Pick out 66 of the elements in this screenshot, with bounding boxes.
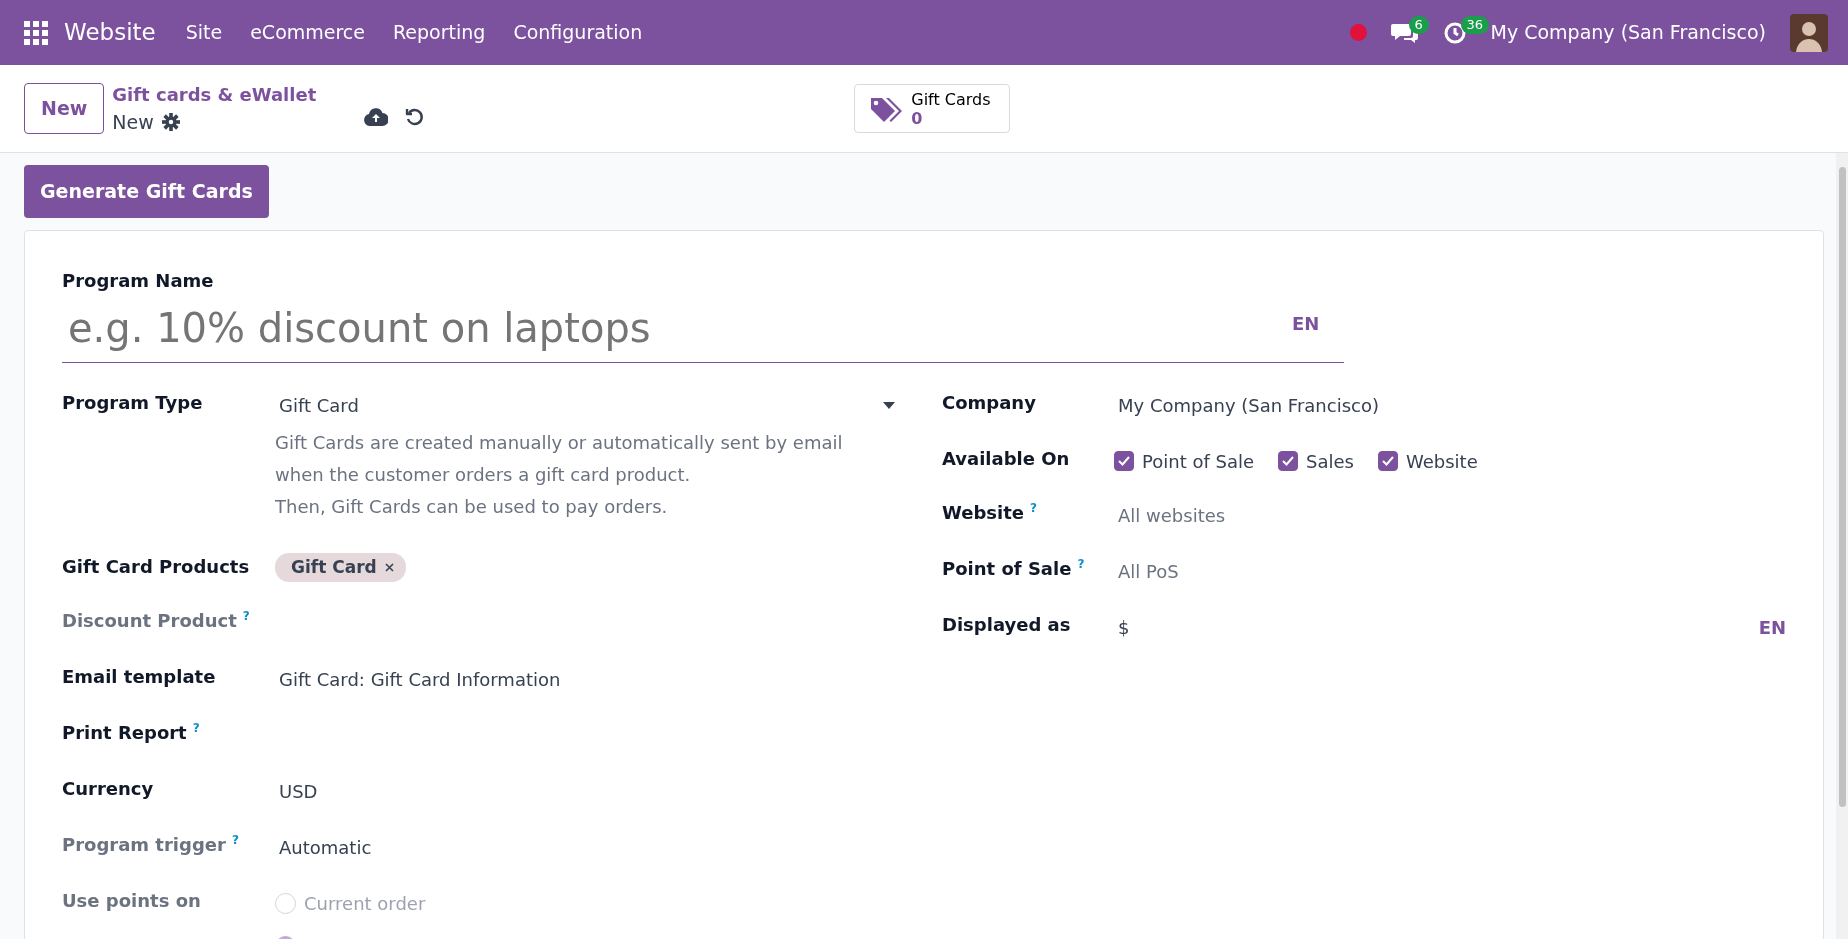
field-value[interactable]: Automatic (279, 833, 372, 861)
menu-item[interactable]: Configuration (499, 18, 657, 47)
field-label: Program Type (62, 391, 203, 413)
apps-menu-icon[interactable] (24, 20, 48, 45)
remove-icon[interactable] (384, 562, 394, 572)
caret-icon (883, 401, 895, 409)
menu-item[interactable]: Reporting (379, 18, 500, 47)
clock-icon[interactable] (1442, 20, 1467, 45)
field-label: Email template (62, 665, 216, 687)
field-label: Program trigger (62, 833, 226, 855)
help-mark[interactable]: ? (1030, 500, 1037, 515)
radio-label: Current order (304, 891, 426, 916)
help-mark[interactable]: ? (231, 832, 239, 847)
check-icon (1282, 456, 1295, 466)
breadcrumb-link[interactable]: Gift cards & eWallet (112, 80, 317, 108)
menu-item[interactable]: Site (171, 18, 237, 47)
field-label: Point of Sale (942, 557, 1072, 579)
settings-icon[interactable] (161, 113, 180, 131)
language-button[interactable]: EN (1292, 309, 1320, 337)
help-mark[interactable]: ? (1077, 556, 1085, 571)
tag: Gift Card (275, 552, 406, 582)
menu-item[interactable]: eCommerce (236, 18, 379, 47)
generate-button[interactable]: Generate Gift Cards (24, 165, 269, 218)
field-value[interactable]: USD (279, 777, 318, 805)
description-text: Gift Cards are created manually or automatically sent by email when the customer orders a gift card product. (275, 430, 844, 487)
language-button[interactable]: EN (1758, 613, 1786, 641)
help-mark[interactable]: ? (192, 720, 200, 735)
field-label: Program Name (62, 268, 215, 293)
checkbox[interactable] (1377, 451, 1398, 471)
status-dot-icon (1349, 24, 1367, 41)
field-value[interactable]: $ (1118, 613, 1130, 641)
check-icon (1381, 456, 1394, 466)
smart-button[interactable]: Gift Cards 0 (854, 84, 1010, 133)
checkbox-label: Website (1405, 449, 1478, 474)
help-mark[interactable]: ? (242, 608, 250, 623)
company-name[interactable]: My Company (San Francisco) (1490, 18, 1766, 47)
tag-icon (869, 95, 904, 124)
app-name[interactable]: Website (64, 15, 156, 50)
field-label: Print Report (62, 721, 187, 743)
undo-icon[interactable] (404, 106, 425, 127)
field-value[interactable]: All PoS (1118, 557, 1179, 585)
checkbox[interactable] (1278, 451, 1299, 471)
notification-count: 36 (1460, 15, 1490, 34)
record-name: New (112, 109, 154, 135)
field-label: Available On (942, 447, 1070, 469)
avatar-icon[interactable] (1790, 13, 1828, 52)
notification-count: 6 (1408, 15, 1429, 34)
new-button[interactable]: New (24, 83, 105, 134)
field-value[interactable]: Gift Card: Gift Card Information (279, 665, 561, 693)
field-value[interactable]: My Company (San Francisco) (1118, 391, 1379, 419)
checkbox[interactable] (1114, 451, 1134, 471)
field-label: Displayed as (942, 613, 1071, 635)
check-icon (1118, 456, 1130, 466)
field-label: Currency (62, 777, 154, 799)
checkbox-label: Point of Sale (1142, 449, 1255, 474)
field-label: Use points on (62, 889, 201, 911)
field-label: Company (942, 391, 1036, 413)
field-label: Website (942, 501, 1024, 523)
radio-button[interactable] (275, 892, 296, 914)
cloud-upload-icon[interactable] (364, 107, 389, 126)
checkbox-label: Sales (1306, 449, 1354, 474)
description-text: Then, Gift Cards can be used to pay orders. (275, 494, 669, 519)
field-value[interactable]: All websites (1118, 501, 1226, 529)
field-label: Gift Card Products (62, 555, 250, 577)
field-label: Discount Product (62, 609, 237, 631)
select-field[interactable]: Gift Card (275, 388, 895, 419)
